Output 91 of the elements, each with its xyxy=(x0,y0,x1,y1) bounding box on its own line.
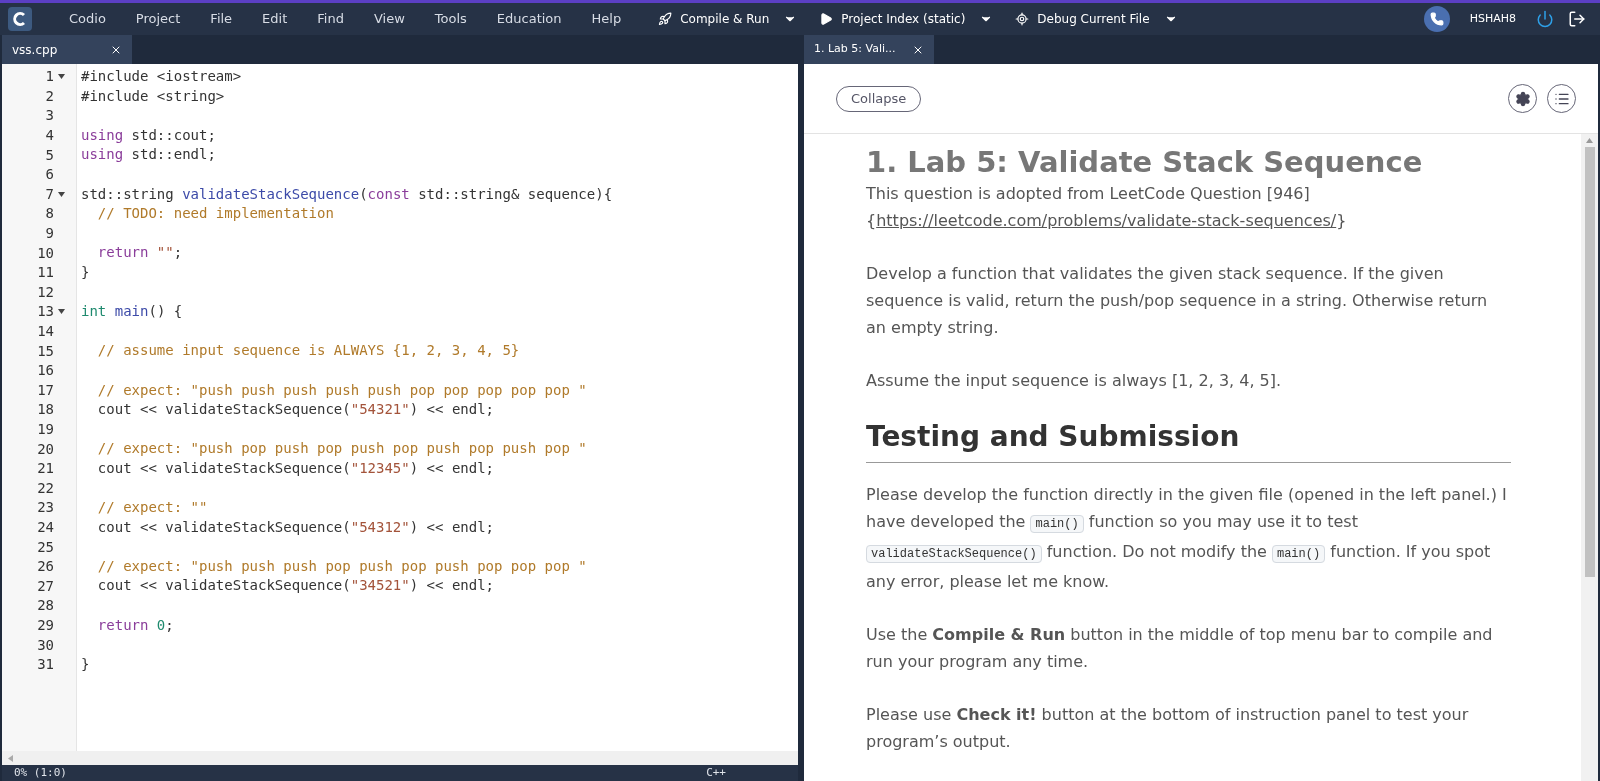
code-line: // expect: "push push push pop push pop push pop pop pop " xyxy=(96,557,587,574)
line-number: 17 xyxy=(37,380,54,400)
line-number: 20 xyxy=(37,439,54,459)
code-line: int main() { xyxy=(81,303,183,320)
line-number: 4 xyxy=(45,126,54,146)
line-number: 6 xyxy=(45,165,54,185)
line-number: 14 xyxy=(37,322,54,341)
line-number: 18 xyxy=(37,400,54,420)
line-number: 12 xyxy=(37,282,54,302)
code-line: using std::cout; xyxy=(81,126,216,143)
code-line: // expect: "push pop push pop push pop push pop push pop " xyxy=(96,440,587,457)
line-number: 31 xyxy=(37,655,54,675)
menu-item[interactable]: Help xyxy=(576,3,637,35)
code-line: return ""; xyxy=(96,244,183,261)
menu-item[interactable]: Tools xyxy=(419,3,482,35)
code-line: std::string validateStackSequence(const std::string& sequence){ xyxy=(81,185,613,202)
line-number: 28 xyxy=(37,596,54,616)
code-line: using std::endl; xyxy=(81,146,216,163)
menu-item[interactable]: View xyxy=(358,3,420,35)
code-line: // assume input sequence is ALWAYS {1, 2, 3, 4, 5} xyxy=(96,342,520,359)
rocket-icon xyxy=(658,12,673,26)
fold-arrow-icon[interactable] xyxy=(57,309,65,315)
power-icon[interactable] xyxy=(1536,10,1554,28)
fold-arrow-icon[interactable] xyxy=(57,191,65,197)
line-number: 7 xyxy=(45,184,54,204)
code-line: // expect: "push push push push push pop pop pop pop pop " xyxy=(96,381,587,398)
line-number: 5 xyxy=(45,145,54,165)
line-number: 15 xyxy=(37,341,54,361)
line-number: 16 xyxy=(37,361,54,381)
vertical-scrollbar[interactable] xyxy=(1581,134,1598,781)
toolbar-button[interactable]: Compile & Run xyxy=(658,10,798,28)
code-line: } xyxy=(81,263,90,280)
menu-item[interactable]: Education xyxy=(481,3,577,35)
line-number: 19 xyxy=(37,420,54,439)
code-line: } xyxy=(81,655,90,672)
phone-button[interactable] xyxy=(1423,6,1450,32)
horizontal-scrollbar[interactable] xyxy=(2,751,798,765)
toolbar-button[interactable]: Project Index (static) xyxy=(819,10,994,28)
line-number: 11 xyxy=(37,263,54,283)
paragraph: Please develop the function directly in the given file (opened in the left panel.) I have developed the main() function so you may use it to test validateStackSequence() function. Do not modify the main() function. If you spot any error, please let me know. xyxy=(866,484,1508,593)
cursor-position: 0% (1:0) xyxy=(14,764,67,781)
menu-item[interactable]: File xyxy=(195,3,248,35)
paragraph: This question is adopted from LeetCode Question [946] {https://leetcode.com/problems/validate-stack-sequences/} xyxy=(866,183,1348,232)
target-icon xyxy=(1015,12,1030,26)
code-line: cout << validateStackSequence("12345") << endl; xyxy=(96,459,495,476)
line-number: 27 xyxy=(37,576,54,596)
url-link[interactable]: https://leetcode.com/problems/validate-stack-sequences/ xyxy=(876,211,1337,230)
phone-icon xyxy=(1429,12,1444,26)
paragraph: Develop a function that validates the given stack sequence. If the given sequence is valid, return the push/pop sequence in a string. Otherwise return an empty string. xyxy=(866,263,1489,339)
language-label: C++ xyxy=(706,764,726,781)
toolbar-button[interactable]: Debug Current File xyxy=(1015,10,1178,28)
line-number: 23 xyxy=(37,498,54,518)
paragraph: Please use Check it! button at the bottom of instruction panel to test your program’s output. xyxy=(866,704,1470,753)
menu-item[interactable]: Project xyxy=(120,3,196,35)
play-icon xyxy=(819,12,834,26)
line-number: 13 xyxy=(37,302,54,322)
username: HSHAH8 xyxy=(1469,10,1516,27)
menu-item[interactable]: Find xyxy=(302,3,359,35)
paragraph: Assume the input sequence is always [1, 2, 3, 4, 5]. xyxy=(866,370,1283,392)
code-line: cout << validateStackSequence("34521") << endl; xyxy=(96,577,495,594)
code-line: return 0; xyxy=(96,616,174,633)
code-line: cout << validateStackSequence("54321") << endl; xyxy=(96,401,495,418)
section-heading: Testing and Submission xyxy=(866,416,1511,463)
line-number: 26 xyxy=(37,557,54,577)
line-number: 10 xyxy=(37,243,54,263)
line-number: 8 xyxy=(45,204,54,224)
line-number: 22 xyxy=(37,478,54,498)
file-tab[interactable]: vss.cpp xyxy=(2,35,132,64)
logout-icon[interactable] xyxy=(1568,10,1586,28)
line-number: 3 xyxy=(45,106,54,126)
paragraph: Use the Compile & Run button in the middle of top menu bar to compile and run your program any time. xyxy=(866,624,1494,673)
fold-arrow-icon[interactable] xyxy=(57,74,65,80)
line-number: 29 xyxy=(37,615,54,635)
line-number: 25 xyxy=(37,537,54,557)
line-number: 30 xyxy=(37,635,54,655)
code-line: #include <string> xyxy=(81,87,225,104)
code-line: // TODO: need implementation xyxy=(96,205,334,222)
app-logo[interactable] xyxy=(8,7,32,31)
menu-item[interactable]: Codio xyxy=(54,3,121,35)
line-number: 24 xyxy=(37,517,54,537)
code-line: // expect: "" xyxy=(96,499,208,516)
line-number: 21 xyxy=(37,459,54,479)
page-title: 1. Lab 5: Validate Stack Sequence xyxy=(866,144,1424,180)
gear-icon xyxy=(1514,90,1531,107)
line-number: 9 xyxy=(45,224,54,244)
code-line: cout << validateStackSequence("54312") << endl; xyxy=(96,518,495,535)
guide-tab[interactable]: 1. Lab 5: Vali... xyxy=(804,35,934,64)
line-number: 2 xyxy=(45,86,54,106)
code-line: #include <iostream> xyxy=(81,68,242,84)
line-number: 1 xyxy=(45,67,54,87)
menu-item[interactable]: Edit xyxy=(247,3,303,35)
